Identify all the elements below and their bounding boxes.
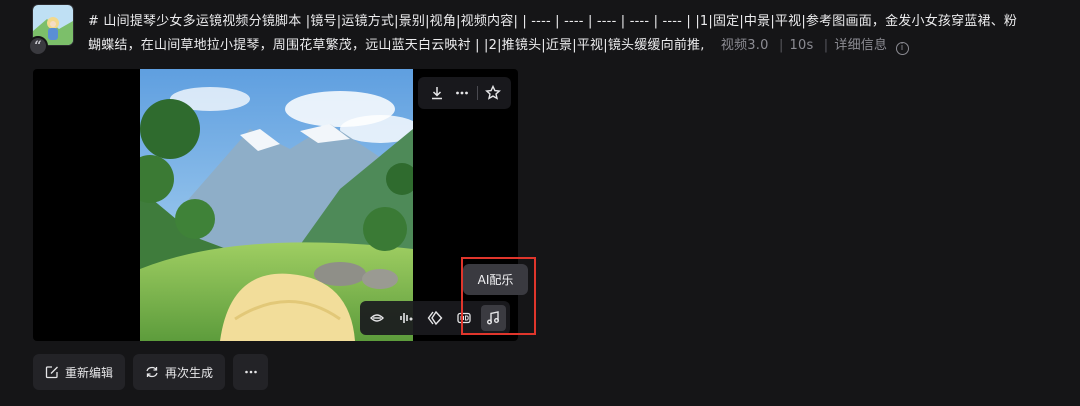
video-player[interactable] xyxy=(33,69,518,341)
edit-icon xyxy=(45,366,58,379)
lip-sync-icon[interactable] xyxy=(364,305,389,331)
frame-interp-icon[interactable] xyxy=(422,305,447,331)
details-link[interactable]: 详细信息 xyxy=(834,38,887,53)
refresh-icon xyxy=(146,366,158,378)
prompt-text: # 山间提琴少女多运镜视频分镜脚本 |镜号|运镜方式|景别|视角|视频内容| |… xyxy=(88,14,1018,55)
video-duration: 10s xyxy=(789,38,814,53)
highlight-box xyxy=(461,257,536,335)
model-version: 视频3.0 xyxy=(720,38,769,53)
star-icon[interactable] xyxy=(483,83,503,103)
audio-wave-icon[interactable] xyxy=(393,305,418,331)
more-icon xyxy=(244,370,257,374)
more-icon[interactable] xyxy=(452,83,472,103)
video-top-actions xyxy=(418,77,511,109)
result-actions: 重新编辑 再次生成 xyxy=(33,354,269,390)
regenerate-button[interactable]: 再次生成 xyxy=(133,354,226,390)
quote-icon: “ xyxy=(28,36,48,56)
info-icon[interactable]: i xyxy=(895,42,909,55)
divider xyxy=(476,86,478,100)
reedit-label: 重新编辑 xyxy=(65,365,114,380)
download-icon[interactable] xyxy=(427,83,447,103)
more-actions-button[interactable] xyxy=(233,354,269,390)
reedit-button[interactable]: 重新编辑 xyxy=(33,354,126,390)
regenerate-label: 再次生成 xyxy=(165,365,214,380)
